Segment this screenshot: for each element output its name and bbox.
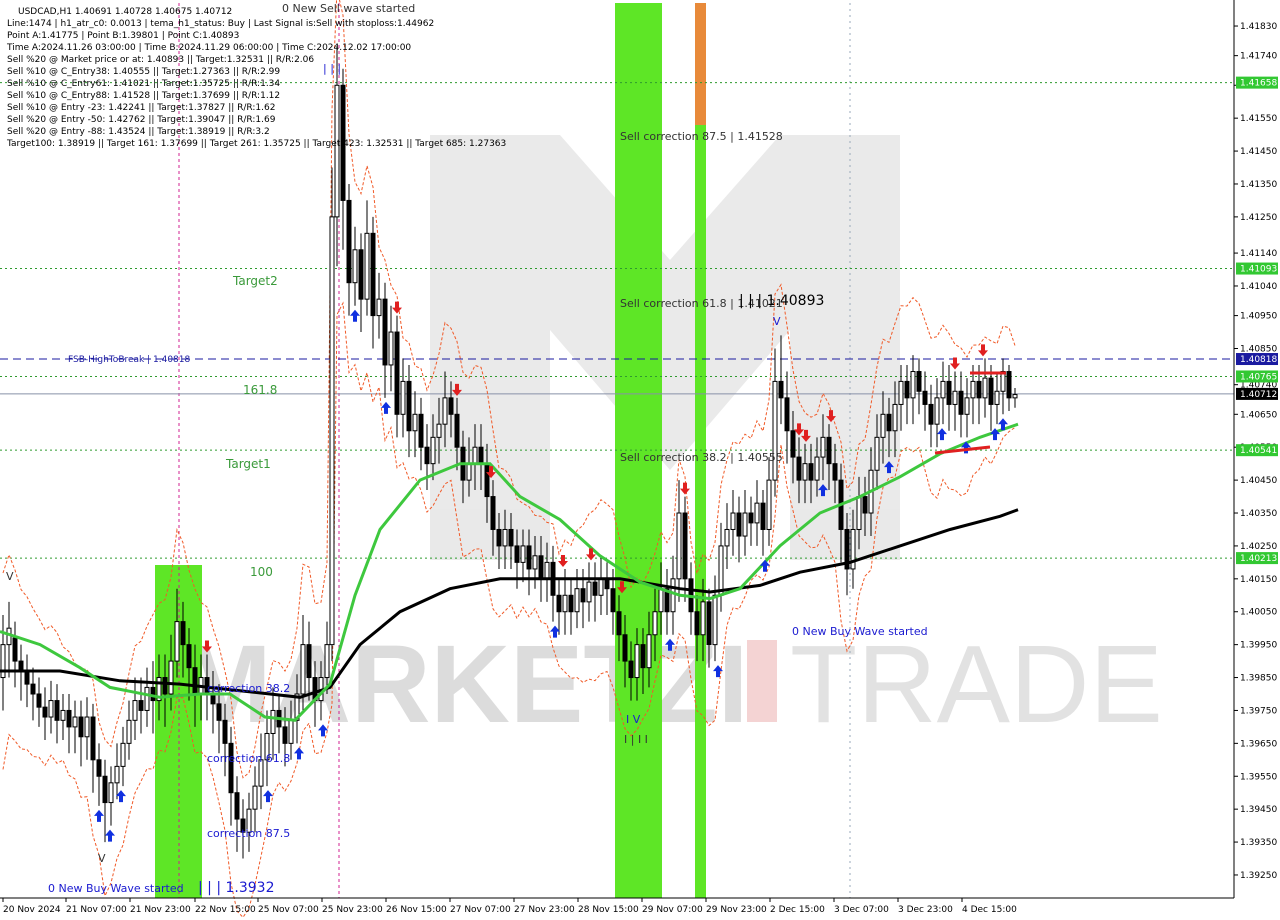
x-tick-label: 26 Nov 15:00	[386, 905, 447, 915]
sell-corr-875-label: Sell correction 87.5 | 1.41528	[620, 130, 783, 143]
fib-100-label: 100	[250, 565, 273, 579]
x-tick-label: 28 Nov 15:00	[578, 905, 639, 915]
y-tick-label: 1.41350	[1240, 180, 1277, 190]
corr-875-label: correction 87.5	[207, 827, 290, 840]
price-tag-label: 1.40765	[1240, 372, 1277, 382]
symbol-line: USDCAD,H1 1.40691 1.40728 1.40675 1.4071…	[18, 7, 232, 17]
info-line: Sell %10 @ Entry -23: 1.42241 || Target:…	[7, 103, 275, 113]
info-line: Sell %10 @ C_Entry38: 1.40555 || Target:…	[7, 67, 280, 77]
x-tick-label: 3 Dec 23:00	[898, 905, 953, 915]
y-tick-label: 1.39250	[1240, 871, 1277, 881]
price-tag-label: 1.40541	[1240, 446, 1277, 456]
y-tick-label: 1.40850	[1240, 344, 1277, 354]
sell-corr-382-label: Sell correction 38.2 | 1.40555	[620, 451, 783, 464]
x-tick-label: 21 Nov 23:00	[130, 905, 191, 915]
x-tick-label: 3 Dec 07:00	[834, 905, 889, 915]
candle	[329, 167, 335, 662]
wave-marker-iiii: I | I I	[624, 733, 648, 746]
x-tick-label: 27 Nov 23:00	[514, 905, 575, 915]
y-tick-label: 1.41140	[1240, 249, 1277, 259]
x-tick-label: 25 Nov 07:00	[258, 905, 319, 915]
y-tick-label: 1.40150	[1240, 575, 1277, 585]
y-tick-label: 1.40650	[1240, 410, 1277, 420]
y-tick-label: 1.39450	[1240, 805, 1277, 815]
info-line: Sell %20 @ Entry -88: 1.43524 || Target:…	[7, 127, 270, 137]
x-tick-label: 20 Nov 2024	[3, 905, 61, 915]
target2-label: Target2	[232, 274, 278, 288]
corr-618-label: correction 61.8	[207, 752, 290, 765]
x-tick-label: 4 Dec 15:00	[962, 905, 1017, 915]
point-b-label: | | | 1.3932	[198, 880, 275, 896]
y-tick-label: 1.41250	[1240, 213, 1277, 223]
y-tick-label: 1.41830	[1240, 22, 1277, 32]
svg-text:TRADE: TRADE	[790, 623, 1163, 746]
info-line: Target100: 1.38919 || Target 161: 1.3769…	[6, 139, 506, 149]
x-tick-label: 29 Nov 07:00	[642, 905, 703, 915]
y-tick-label: 1.39850	[1240, 674, 1277, 684]
buy-wave-left-label: 0 New Buy Wave started	[48, 882, 184, 895]
info-line: Line:1474 | h1_atr_c0: 0.0013 | tema_h1_…	[7, 19, 434, 29]
top-ticks-label: | | |	[323, 62, 341, 75]
y-tick-label: 1.40050	[1240, 608, 1277, 618]
y-tick-label: 1.40250	[1240, 542, 1277, 552]
wave-marker-v-bottom: V	[98, 852, 106, 865]
x-tick-label: 29 Nov 23:00	[706, 905, 767, 915]
y-tick-label: 1.39650	[1240, 739, 1277, 749]
watermark-red-block	[747, 640, 777, 722]
sell-wave-label: 0 New Sell wave started	[282, 2, 415, 15]
y-tick-label: 1.41450	[1240, 147, 1277, 157]
chart: MARKETZI TRADE 0 New Sell wave started |…	[0, 0, 1280, 920]
corr-382-label: correction 38.2	[207, 682, 290, 695]
point-c-label: | | | 1.40893	[739, 293, 824, 309]
wave-marker-iv: I V	[626, 713, 641, 726]
fib-1618-label: 161.8	[243, 383, 277, 397]
info-line: Time A:2024.11.26 03:00:00 | Time B:2024…	[6, 43, 411, 53]
y-tick-label: 1.41040	[1240, 282, 1277, 292]
y-tick-label: 1.39750	[1240, 706, 1277, 716]
y-tick-label: 1.39350	[1240, 838, 1277, 848]
x-tick-label: 27 Nov 07:00	[450, 905, 511, 915]
x-tick-label: 22 Nov 15:00	[195, 905, 256, 915]
x-tick-label: 21 Nov 07:00	[66, 905, 127, 915]
info-line: Sell %20 @ Entry -50: 1.42762 || Target:…	[7, 115, 276, 125]
info-line: Sell %10 @ C_Entry88: 1.41528 || Target:…	[7, 91, 280, 101]
y-tick-label: 1.41740	[1240, 52, 1277, 62]
info-line: Sell %20 @ Market price or at: 1.40893 |…	[7, 55, 314, 65]
x-tick-label: 2 Dec 15:00	[770, 905, 825, 915]
y-tick-label: 1.40950	[1240, 312, 1277, 322]
wave-marker-v-right: V	[773, 315, 781, 328]
buy-wave-right-label: 0 New Buy Wave started	[792, 625, 928, 638]
price-tag-label: 1.40818	[1240, 355, 1277, 365]
price-tag-label: 1.41093	[1240, 265, 1277, 275]
fsb-label: FSB-HighToBreak | 1.40818	[68, 355, 190, 365]
x-tick-label: 25 Nov 23:00	[322, 905, 383, 915]
orange-bar	[695, 3, 706, 125]
wave-marker-v-left: V	[6, 570, 14, 583]
y-tick-label: 1.40350	[1240, 509, 1277, 519]
price-tag-label: 1.40213	[1240, 554, 1277, 564]
info-line: Point A:1.41775 | Point B:1.39801 | Poin…	[7, 31, 239, 41]
price-tag-label: 1.41658	[1240, 79, 1277, 89]
y-tick-label: 1.39550	[1240, 772, 1277, 782]
target1-label: Target1	[225, 457, 271, 471]
y-tick-label: 1.40450	[1240, 476, 1277, 486]
y-tick-label: 1.39950	[1240, 641, 1277, 651]
y-tick-label: 1.41550	[1240, 114, 1277, 124]
info-line: Sell %10 @ C_Entry61: 1.41021 || Target:…	[7, 79, 280, 89]
price-tag-label: 1.40712	[1240, 390, 1277, 400]
